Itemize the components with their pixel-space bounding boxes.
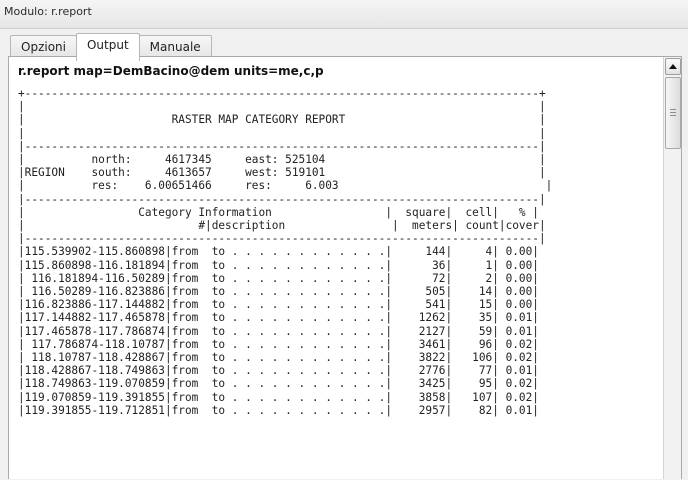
report-line: |---------------------------------------…: [18, 139, 546, 153]
report-line: |---------------------------------------…: [18, 232, 546, 246]
grip-line: [670, 115, 676, 116]
report-line: | RASTER MAP CATEGORY REPORT |: [18, 113, 546, 127]
window-title: Modulo: r.report: [4, 5, 92, 18]
report-line: |116.823886-117.144882|from to . . . . .…: [18, 298, 539, 312]
grip-line: [670, 109, 676, 110]
report-line: | north: 4617345 east: 525104 |: [18, 153, 546, 167]
report-line: |REGION south: 4613657 west: 519101 |: [18, 166, 546, 180]
report-line: +---------------------------------------…: [18, 87, 546, 100]
report-line: | Category Information | square| cell| %…: [18, 205, 539, 219]
output-panel: r.report map=DemBacino@dem units=me,c,p …: [8, 56, 682, 479]
report-line: |117.465878-117.786874|from to . . . . .…: [18, 324, 539, 338]
report-line: | #|description | meters| count|cover|: [18, 219, 546, 233]
report-line: | |: [18, 100, 546, 114]
title-bar: Modulo: r.report: [0, 0, 688, 29]
report-line: |---------------------------------------…: [18, 192, 546, 206]
vertical-scrollbar[interactable]: [663, 57, 681, 479]
report-line: | |: [18, 126, 546, 140]
grip-line: [670, 112, 676, 113]
command-line: r.report map=DemBacino@dem units=me,c,p: [18, 64, 324, 78]
report-line: | 116.50289-116.823886|from to . . . . .…: [18, 285, 539, 299]
report-line: |117.144882-117.465878|from to . . . . .…: [18, 311, 539, 325]
report-line: |115.539902-115.860898|from to . . . . .…: [18, 245, 539, 259]
tab-bar: Opzioni Output Manuale: [10, 33, 212, 61]
report-text-area: +---------------------------------------…: [18, 87, 663, 480]
report-output: +---------------------------------------…: [18, 87, 663, 417]
tab-output[interactable]: Output: [75, 33, 140, 61]
report-line: | 117.786874-118.10787|from to . . . . .…: [18, 337, 539, 351]
report-line: | 118.10787-118.428867|from to . . . . .…: [18, 351, 539, 365]
report-line: |118.749863-119.070859|from to . . . . .…: [18, 377, 539, 391]
report-line: | 116.181894-116.50289|from to . . . . .…: [18, 271, 539, 285]
report-line: |115.860898-116.181894|from to . . . . .…: [18, 258, 539, 272]
report-line: |119.391855-119.712851|from to . . . . .…: [18, 403, 539, 417]
report-line: |119.070859-119.391855|from to . . . . .…: [18, 390, 539, 404]
report-line: |118.428867-118.749863|from to . . . . .…: [18, 364, 539, 378]
report-line: | res: 6.00651466 res: 6.003 |: [18, 179, 553, 193]
scrollbar-thumb[interactable]: [665, 77, 681, 149]
scroll-up-arrow-icon[interactable]: [665, 58, 681, 75]
